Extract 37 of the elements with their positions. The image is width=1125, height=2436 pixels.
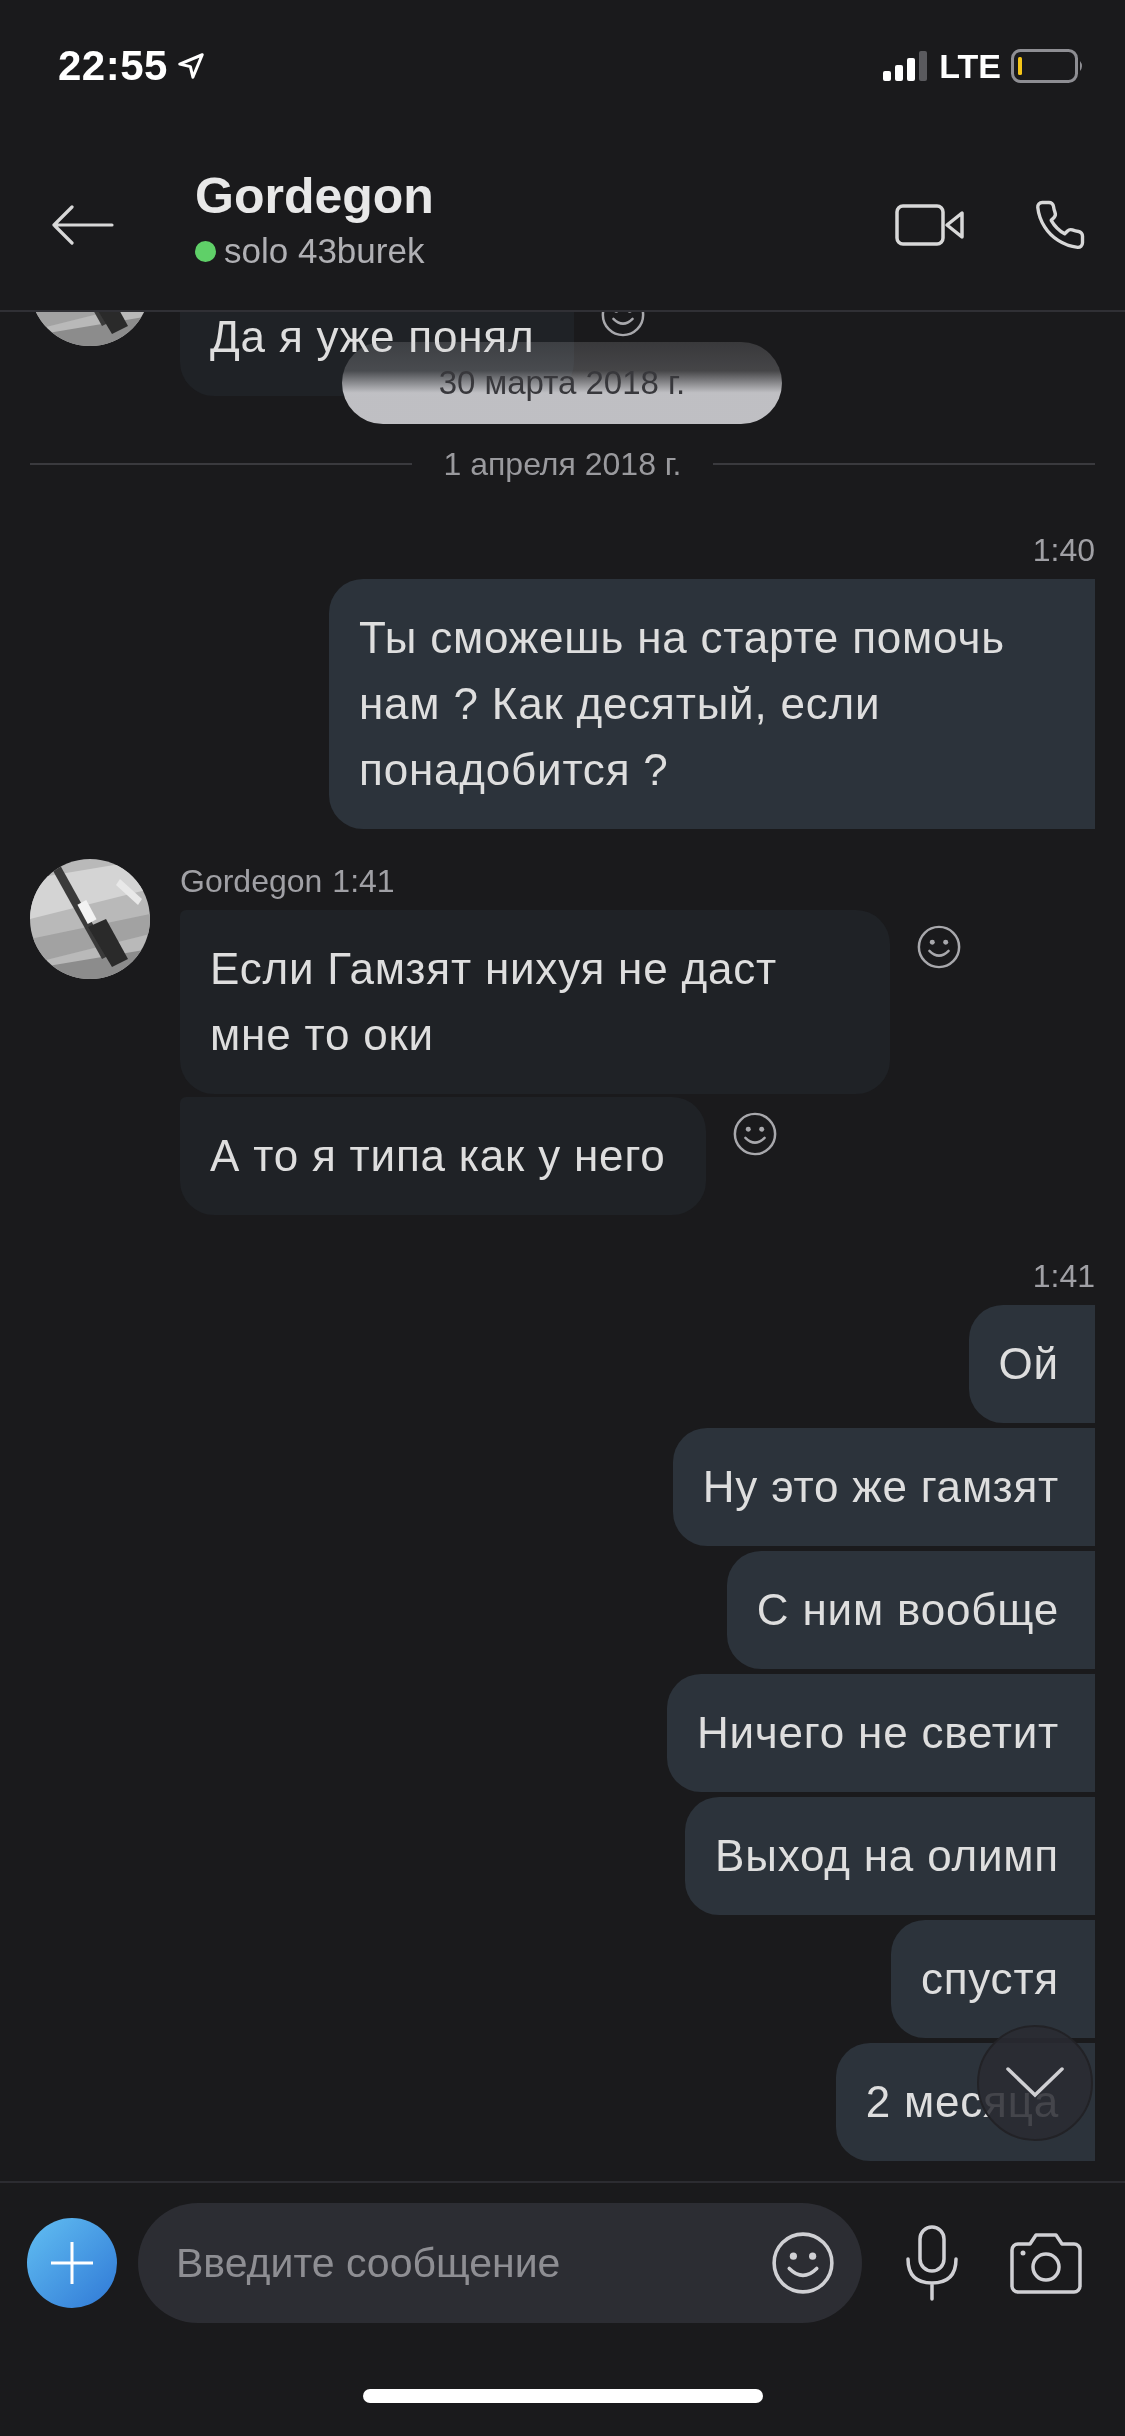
outgoing-message: спустя xyxy=(890,1920,1095,2038)
message-time: 1:41 xyxy=(332,862,395,901)
smiley-icon xyxy=(770,2230,836,2296)
contact-name: Gordegon xyxy=(195,167,434,225)
camera-button[interactable] xyxy=(1010,2232,1082,2294)
outgoing-message: С ним вообще xyxy=(726,1551,1095,1669)
plus-icon xyxy=(49,2240,95,2286)
emoji-button[interactable] xyxy=(770,2230,836,2296)
smiley-icon xyxy=(916,924,962,970)
outgoing-message: Ничего не светит xyxy=(666,1674,1095,1792)
message-time: 1:40 xyxy=(1032,531,1095,570)
outgoing-message: Ой xyxy=(968,1305,1095,1423)
sender-name: Gordegon xyxy=(180,862,323,901)
back-button[interactable] xyxy=(50,205,114,245)
contact-status: solo 43burek xyxy=(224,231,425,271)
smiley-icon xyxy=(731,1111,778,1157)
reaction-button[interactable] xyxy=(731,1111,778,1157)
signal-icon xyxy=(883,51,930,81)
microphone-button[interactable] xyxy=(904,2225,960,2301)
incoming-message: А то я типа как у него xyxy=(180,1097,706,1215)
outgoing-message: Ну это же гамзят xyxy=(672,1428,1095,1546)
message-input-field[interactable]: Введите сообщение xyxy=(138,2203,862,2323)
date-divider-label: 1 апреля 2018 г. xyxy=(442,445,683,483)
reaction-button[interactable] xyxy=(916,924,962,970)
incoming-message: Если Гамзят нихуя не даст мне то оки xyxy=(180,910,890,1094)
camera-icon xyxy=(1010,2232,1082,2294)
microphone-icon xyxy=(904,2225,960,2301)
clock-time: 22:55 xyxy=(58,42,168,90)
battery-icon xyxy=(1011,49,1085,83)
outgoing-message: Выход на олимп xyxy=(685,1797,1095,1915)
video-camera-icon xyxy=(895,203,965,247)
back-arrow-icon xyxy=(50,205,114,245)
message-time: 1:41 xyxy=(1032,1257,1095,1296)
outgoing-message: Ты сможешь на старте помочь нам ? Как десятый, если понадобится ? xyxy=(329,579,1095,829)
location-arrow-icon xyxy=(175,51,206,81)
network-label: LTE xyxy=(939,46,1001,86)
video-call-button[interactable] xyxy=(895,203,965,247)
